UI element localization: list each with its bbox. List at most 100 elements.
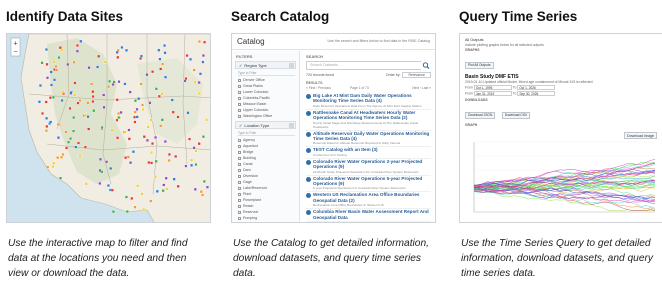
site-marker[interactable] xyxy=(153,175,157,179)
site-marker[interactable] xyxy=(167,152,171,156)
site-marker[interactable] xyxy=(78,154,82,157)
site-marker[interactable] xyxy=(154,135,158,139)
to-date-input-2[interactable]: Sep 30, 2026 xyxy=(517,90,556,96)
facet-header[interactable]: ✓ Location Type xyxy=(235,121,296,129)
site-marker[interactable] xyxy=(133,115,137,119)
site-marker[interactable] xyxy=(199,190,203,194)
site-marker[interactable] xyxy=(68,106,72,110)
checkbox[interactable] xyxy=(238,84,241,88)
site-marker[interactable] xyxy=(201,54,205,58)
site-marker[interactable] xyxy=(157,48,161,52)
site-marker[interactable] xyxy=(145,138,149,142)
site-marker[interactable] xyxy=(165,187,169,191)
site-marker[interactable] xyxy=(44,48,48,51)
search-input[interactable]: Search Datasets xyxy=(306,61,431,70)
site-marker[interactable] xyxy=(109,166,113,170)
site-marker[interactable] xyxy=(73,93,77,97)
site-marker[interactable] xyxy=(202,179,206,183)
site-marker[interactable] xyxy=(197,142,201,146)
site-marker[interactable] xyxy=(84,182,88,186)
site-marker[interactable] xyxy=(119,110,123,114)
site-marker[interactable] xyxy=(49,70,53,74)
site-marker[interactable] xyxy=(69,137,73,141)
site-marker[interactable] xyxy=(145,73,149,77)
site-marker[interactable] xyxy=(133,99,137,103)
from-date-input[interactable]: Oct 1, 1995 xyxy=(473,84,512,90)
site-marker[interactable] xyxy=(45,124,49,128)
site-marker[interactable] xyxy=(55,68,59,72)
checkbox[interactable] xyxy=(238,216,241,220)
site-marker[interactable] xyxy=(190,163,194,167)
site-marker[interactable] xyxy=(98,168,102,172)
site-marker[interactable] xyxy=(57,56,61,60)
checkbox[interactable] xyxy=(238,108,241,112)
site-marker[interactable] xyxy=(78,99,82,103)
site-marker[interactable] xyxy=(176,115,180,119)
checkbox[interactable] xyxy=(238,102,241,106)
site-marker[interactable] xyxy=(51,165,55,169)
site-marker[interactable] xyxy=(185,54,189,58)
site-marker[interactable] xyxy=(56,156,60,160)
site-marker[interactable] xyxy=(61,90,65,94)
site-marker[interactable] xyxy=(203,40,207,44)
site-marker[interactable] xyxy=(205,118,209,122)
catalog-logo[interactable]: Catalog xyxy=(237,37,265,46)
site-marker[interactable] xyxy=(117,111,121,115)
search-icon[interactable] xyxy=(421,61,431,70)
site-marker[interactable] xyxy=(171,110,175,114)
result-title[interactable]: Rattlesnake Canal At Headwaters Hourly W… xyxy=(313,110,431,121)
site-marker[interactable] xyxy=(52,60,56,64)
site-marker[interactable] xyxy=(117,80,121,84)
result-item[interactable]: Western US Reclamation Area Office Bound… xyxy=(306,192,431,210)
site-marker[interactable] xyxy=(155,189,159,193)
checkbox[interactable] xyxy=(238,144,241,148)
site-marker[interactable] xyxy=(100,126,104,129)
result-item[interactable]: Rattlesnake Canal At Headwaters Hourly W… xyxy=(306,110,431,131)
site-marker[interactable] xyxy=(197,40,201,44)
result-title[interactable]: Western US Reclamation Area Office Bound… xyxy=(313,192,431,203)
order-by[interactable]: Order by: Relevance xyxy=(386,72,431,78)
site-marker[interactable] xyxy=(131,150,135,154)
site-marker[interactable] xyxy=(147,161,151,164)
result-title[interactable]: Columbia River Basin Water Assessment Re… xyxy=(313,209,431,220)
site-marker[interactable] xyxy=(201,135,205,139)
site-marker[interactable] xyxy=(186,111,190,115)
site-marker[interactable] xyxy=(97,54,101,58)
site-marker[interactable] xyxy=(163,140,167,143)
site-marker[interactable] xyxy=(67,140,71,144)
site-marker[interactable] xyxy=(92,109,96,113)
site-marker[interactable] xyxy=(102,93,106,97)
site-marker[interactable] xyxy=(59,176,63,180)
site-marker[interactable] xyxy=(51,95,55,99)
site-marker[interactable] xyxy=(108,79,112,83)
site-marker[interactable] xyxy=(142,207,146,211)
site-marker[interactable] xyxy=(127,137,131,141)
result-title[interactable]: Big Lake At Mint Dam Daily Water Operati… xyxy=(313,93,431,104)
result-item[interactable]: Colorado River Water Operations 2-year P… xyxy=(306,159,431,176)
site-marker[interactable] xyxy=(46,165,50,169)
site-marker[interactable] xyxy=(45,62,49,66)
result-item[interactable]: Altitude Reservoir Daily Water Operation… xyxy=(306,131,431,148)
site-marker[interactable] xyxy=(69,91,73,95)
site-marker[interactable] xyxy=(170,98,174,102)
site-marker[interactable] xyxy=(75,44,79,47)
site-marker[interactable] xyxy=(140,192,144,196)
site-marker[interactable] xyxy=(96,65,100,69)
site-marker[interactable] xyxy=(38,84,42,87)
site-marker[interactable] xyxy=(84,113,88,117)
site-marker[interactable] xyxy=(91,90,95,94)
site-marker[interactable] xyxy=(45,116,49,120)
site-marker[interactable] xyxy=(205,185,209,189)
site-marker[interactable] xyxy=(98,157,102,161)
site-marker[interactable] xyxy=(197,92,201,95)
site-marker[interactable] xyxy=(120,45,124,49)
site-marker[interactable] xyxy=(193,187,197,191)
checkbox[interactable] xyxy=(238,138,241,142)
site-marker[interactable] xyxy=(164,75,168,79)
checkbox[interactable] xyxy=(238,180,241,184)
site-marker[interactable] xyxy=(133,120,137,124)
site-marker[interactable] xyxy=(117,116,121,119)
checkbox[interactable] xyxy=(238,192,241,196)
site-marker[interactable] xyxy=(48,96,52,100)
site-marker[interactable] xyxy=(87,127,91,131)
